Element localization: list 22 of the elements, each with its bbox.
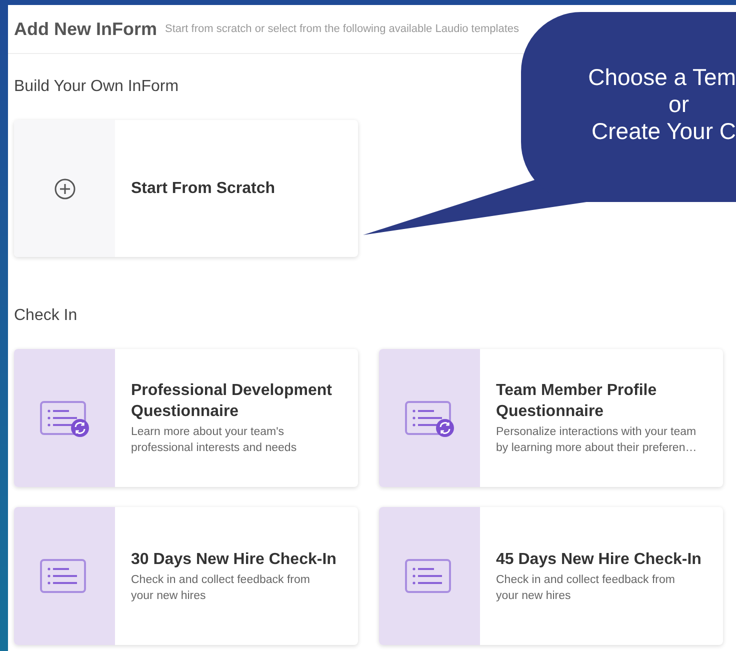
page-subtitle: Start from scratch or select from the following available Laudio templates [165,22,519,37]
callout-text: Create Your C [592,118,736,144]
card-title: Start From Scratch [131,178,276,198]
card-title: 45 Days New Hire Check-In [496,550,702,570]
section-title: Check In [14,307,78,324]
start-card[interactable]: Start From Scratch [14,120,358,257]
card-description: Check in and collect feedback from your new hires [496,572,676,604]
card-description: Personalize interactions with your team by learning more about their preferen… [496,425,698,456]
template-card[interactable]: Team Member Profile Questionnaire Personalize interactions with your team by learning more about their preferen… [379,349,723,487]
section-title: Build Your Own InForm [14,78,179,95]
card-description: Check in and collect feedback from your new hires [131,572,311,604]
template-card[interactable]: Professional Development Questionnaire Learn more about your team's professional interests and needs [14,349,358,487]
card-description: Learn more about your team's professional interests and needs [131,425,298,456]
template-card[interactable]: 45 Days New Hire Check-In Check in and collect feedback from your new hires [379,507,723,645]
card-title: Professional Development Questionnaire [131,381,333,422]
card-title: 30 Days New Hire Check-In [131,550,336,570]
card-title: Team Member Profile Questionnaire [496,381,658,422]
callout-text: Choose a Tem [588,64,736,90]
template-card[interactable]: 30 Days New Hire Check-In Check in and collect feedback from your new hires [14,507,358,645]
callout-text: or [668,90,690,118]
plus-icon [54,178,76,200]
page-title: Add New InForm [14,18,157,40]
